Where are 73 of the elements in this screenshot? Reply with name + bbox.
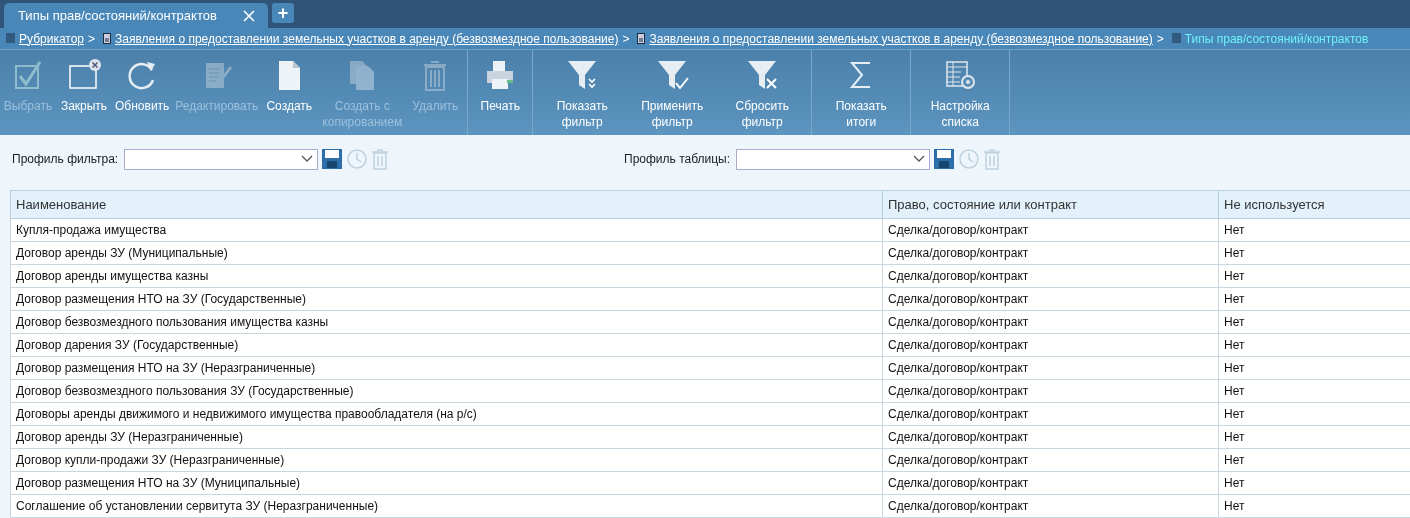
column-header[interactable]: Наименование xyxy=(10,190,883,219)
tab[interactable]: Типы прав/состояний/контрактов xyxy=(4,3,268,28)
table-cell: Договор размещения НТО на ЗУ (Муниципальные) xyxy=(10,471,883,495)
table-cell: Соглашение об установлении сервитута ЗУ (Неразграниченные) xyxy=(10,494,883,518)
table-cell: Нет xyxy=(1218,287,1410,311)
table-cell: Нет xyxy=(1218,402,1410,426)
table-cell: Нет xyxy=(1218,471,1410,495)
breadcrumb-link[interactable]: Типы прав/состояний/контрактов xyxy=(1184,31,1369,46)
table-cell: Сделка/договор/контракт xyxy=(882,241,1219,265)
table-cell: Сделка/договор/контракт xyxy=(882,310,1219,334)
toolbar-button[interactable]: Показать фильтр xyxy=(537,50,628,135)
toolbar-button[interactable]: Создать xyxy=(261,50,318,135)
breadcrumb-link[interactable]: Рубрикатор xyxy=(19,31,85,46)
table-cell: Договор безвозмездного пользования имущества казны xyxy=(10,310,883,334)
table-cell: Договор купли-продажи ЗУ (Неразграниченные) xyxy=(10,448,883,472)
save-icon[interactable] xyxy=(933,148,956,170)
breadcrumb-separator: > xyxy=(88,31,96,46)
filter-clear-icon xyxy=(745,58,780,92)
table-cell: Сделка/договор/контракт xyxy=(882,333,1219,357)
table-cell: Купля-продажа имущества xyxy=(10,218,883,242)
table-cell: Сделка/договор/контракт xyxy=(882,264,1219,288)
add-tab-button[interactable]: + xyxy=(272,3,294,23)
field-label: Профиль фильтра: xyxy=(12,152,119,166)
table-cell: Нет xyxy=(1218,218,1410,242)
filter-check-icon xyxy=(655,58,690,92)
chevron-down-icon xyxy=(301,155,314,163)
column-header[interactable]: Не используется xyxy=(1218,190,1410,219)
table-cell: Нет xyxy=(1218,425,1410,449)
table-cell: Сделка/договор/контракт xyxy=(882,494,1219,518)
table-cell: Сделка/договор/контракт xyxy=(882,287,1219,311)
table-cell: Договор размещения НТО на ЗУ (Неразграниченные) xyxy=(10,356,883,380)
table-cell: Договор безвозмездного пользования ЗУ (Государственные) xyxy=(10,379,883,403)
table-cell: Договор дарения ЗУ (Государственные) xyxy=(10,333,883,357)
breadcrumb-link[interactable]: Заявления о предоставлении земельных участков в аренду (безвозмездное пользование) xyxy=(115,31,619,46)
table-cell: Нет xyxy=(1218,310,1410,334)
table-cell: Сделка/договор/контракт xyxy=(882,218,1219,242)
table-cell: Сделка/договор/контракт xyxy=(882,471,1219,495)
toolbar-button[interactable]: Показать итоги xyxy=(816,50,907,135)
column-header[interactable]: Право, состояние или контракт xyxy=(882,190,1219,219)
table-cell: Нет xyxy=(1218,241,1410,265)
table-cell: Нет xyxy=(1218,356,1410,380)
table-cell: Сделка/договор/контракт xyxy=(882,356,1219,380)
breadcrumb-link[interactable]: Заявления о предоставлении земельных участков в аренду (безвозмездное пользование) xyxy=(649,31,1153,46)
toolbar-button[interactable]: Обновить xyxy=(112,50,173,135)
table-cell: Нет xyxy=(1218,379,1410,403)
toolbar-button[interactable]: Применить фильтр xyxy=(627,50,718,135)
table-cell: Сделка/договор/контракт xyxy=(882,402,1219,426)
breadcrumb-separator: > xyxy=(622,31,630,46)
table-cell: Договор аренды ЗУ (Неразграниченные) xyxy=(10,425,883,449)
table-cell: Нет xyxy=(1218,494,1410,518)
table-cell: Сделка/договор/контракт xyxy=(882,448,1219,472)
close-icon[interactable] xyxy=(242,8,256,23)
breadcrumb-separator: > xyxy=(1156,31,1164,46)
table-cell: Нет xyxy=(1218,264,1410,288)
table-settings-icon xyxy=(943,58,978,92)
table-cell: Нет xyxy=(1218,333,1410,357)
close-window-icon xyxy=(67,58,101,92)
table-cell: Договор аренды имущества казны xyxy=(10,264,883,288)
field-label: Профиль таблицы: xyxy=(624,152,731,166)
toolbar-button[interactable]: Закрыть xyxy=(56,50,112,135)
table-cell: Договоры аренды движимого и недвижимого имущества правообладателя (на р/с) xyxy=(10,402,883,426)
table-cell: Договор аренды ЗУ (Муниципальные) xyxy=(10,241,883,265)
document-icon xyxy=(103,33,112,44)
document-icon xyxy=(637,33,646,44)
table-cell: Нет xyxy=(1218,448,1410,472)
toolbar-button[interactable]: Настройка списка xyxy=(915,50,1006,135)
toolbar-button[interactable]: Печать xyxy=(472,50,529,135)
toolbar-button[interactable]: Сбросить фильтр xyxy=(717,50,808,135)
save-icon[interactable] xyxy=(321,148,344,170)
chevron-down-icon xyxy=(913,155,926,163)
table-cell: Договор размещения НТО на ЗУ (Государственные) xyxy=(10,287,883,311)
table-cell: Сделка/договор/контракт xyxy=(882,425,1219,449)
table-cell: Сделка/договор/контракт xyxy=(882,379,1219,403)
